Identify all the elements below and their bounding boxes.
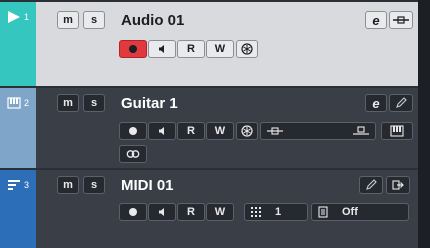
write-automation-button[interactable]: W <box>206 203 234 221</box>
edit-pencil-button[interactable] <box>389 94 413 112</box>
freeze-icon <box>241 43 253 55</box>
stereo-panner-icon <box>353 126 369 135</box>
record-enable-button[interactable] <box>119 122 147 140</box>
link-icon <box>126 150 140 158</box>
speaker-icon <box>159 45 164 53</box>
solo-button[interactable]: s <box>83 94 105 112</box>
link-button[interactable] <box>119 145 147 163</box>
write-automation-button[interactable]: W <box>206 40 234 58</box>
freeze-button[interactable] <box>236 40 258 58</box>
record-icon <box>129 45 137 53</box>
track-name[interactable]: MIDI 01 <box>121 177 174 194</box>
track-midi-01[interactable]: 3 m s MIDI 01 R W 1 Off <box>0 170 418 248</box>
midi-output-value: Off <box>342 206 358 218</box>
monitor-button[interactable] <box>148 203 176 221</box>
midi-output-selector[interactable]: Off <box>311 203 409 221</box>
track-number: 2 <box>24 98 30 108</box>
freeze-button[interactable] <box>236 122 258 140</box>
track-name[interactable]: Audio 01 <box>121 12 184 29</box>
pencil-icon <box>366 179 377 190</box>
audio-track-icon <box>8 11 20 23</box>
output-icon <box>392 180 404 190</box>
record-enable-button[interactable] <box>119 203 147 221</box>
monitor-button[interactable] <box>148 40 176 58</box>
track-audio-01[interactable]: 1 m s Audio 01 e R W <box>0 2 418 86</box>
track-color-strip[interactable]: 2 <box>0 88 36 168</box>
record-icon <box>129 208 137 216</box>
edit-channel-button[interactable]: e <box>365 11 387 29</box>
track-color-strip[interactable]: 1 <box>0 2 36 86</box>
solo-button[interactable]: s <box>83 11 105 29</box>
edit-pencil-button[interactable] <box>359 176 383 194</box>
panner-icon <box>393 16 409 24</box>
document-icon <box>318 206 328 218</box>
freeze-icon <box>241 125 253 137</box>
panner-button[interactable] <box>389 11 413 29</box>
mute-button[interactable]: m <box>57 176 79 194</box>
track-guitar-1[interactable]: 2 m s Guitar 1 e R W <box>0 88 418 168</box>
midi-track-icon <box>8 180 20 190</box>
track-number: 3 <box>24 180 30 190</box>
read-automation-button[interactable]: R <box>177 203 205 221</box>
track-number: 1 <box>24 12 30 22</box>
panner-icon <box>267 127 283 135</box>
mute-button[interactable]: m <box>57 94 79 112</box>
edit-instrument-button[interactable]: e <box>365 94 387 112</box>
read-automation-button[interactable]: R <box>177 40 205 58</box>
pencil-icon <box>396 97 407 108</box>
midi-channel-field[interactable]: 1 <box>244 203 308 221</box>
edit-label: e <box>372 95 380 111</box>
channel-icon <box>251 207 261 217</box>
record-icon <box>129 127 137 135</box>
solo-button[interactable]: s <box>83 176 105 194</box>
output-routing-button[interactable] <box>386 176 410 194</box>
midi-channel-value: 1 <box>275 206 282 218</box>
write-automation-button[interactable]: W <box>206 122 234 140</box>
keyboard-icon <box>390 125 404 137</box>
track-list: 1 m s Audio 01 e R W 2 m s Guitar 1 e R … <box>0 0 430 248</box>
panner-slider[interactable] <box>260 122 376 140</box>
scrollbar[interactable] <box>418 0 430 248</box>
monitor-button[interactable] <box>148 122 176 140</box>
instrument-button[interactable] <box>381 122 413 140</box>
speaker-icon <box>159 208 164 216</box>
instrument-track-icon <box>7 97 21 109</box>
speaker-icon <box>159 127 164 135</box>
mute-button[interactable]: m <box>57 11 79 29</box>
record-enable-button[interactable] <box>119 40 147 58</box>
edit-label: e <box>372 12 380 28</box>
read-automation-button[interactable]: R <box>177 122 205 140</box>
track-name[interactable]: Guitar 1 <box>121 95 178 112</box>
track-color-strip[interactable]: 3 <box>0 170 36 248</box>
